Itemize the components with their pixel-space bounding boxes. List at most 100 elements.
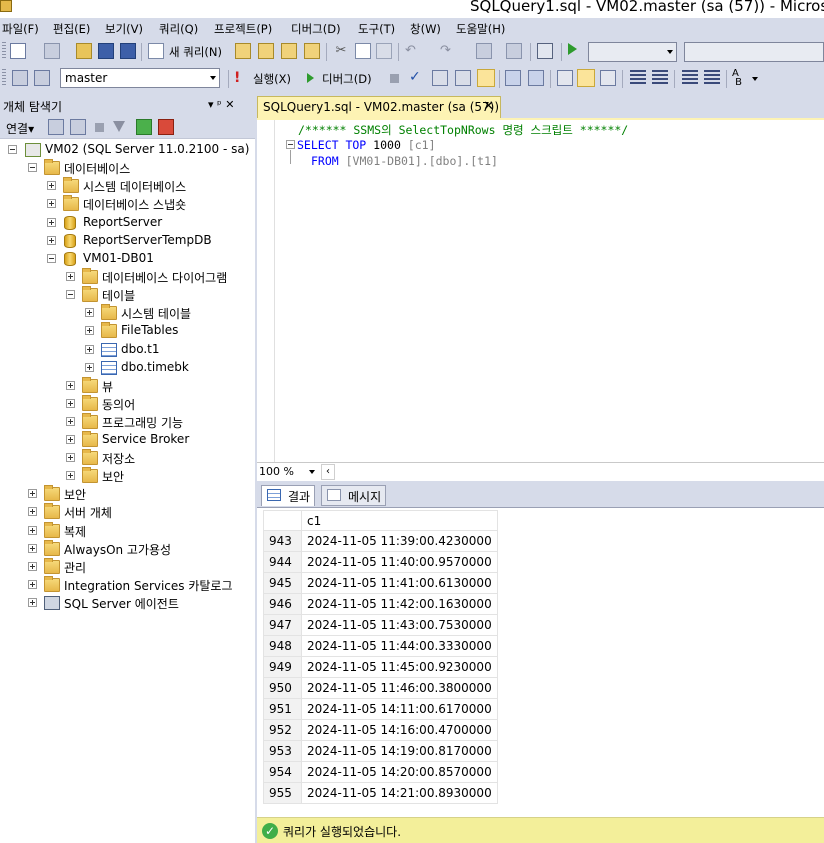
activity-monitor-icon[interactable] bbox=[158, 119, 174, 135]
cell-c1[interactable]: 2024-11-05 11:39:00.4230000 bbox=[301, 530, 498, 552]
menu-tools[interactable]: 도구(T) bbox=[358, 21, 395, 37]
include-actual-plan-icon[interactable] bbox=[505, 70, 521, 86]
toolbar-grip[interactable] bbox=[2, 69, 6, 87]
menu-window[interactable]: 창(W) bbox=[410, 21, 441, 37]
menu-query[interactable]: 쿼리(Q) bbox=[159, 21, 198, 37]
parse-check-icon[interactable]: ✓ bbox=[409, 69, 425, 85]
paste-icon[interactable] bbox=[376, 43, 392, 59]
refresh-icon[interactable] bbox=[136, 119, 152, 135]
expand-icon[interactable] bbox=[28, 562, 37, 571]
decrease-indent-icon[interactable] bbox=[682, 70, 698, 86]
expand-icon[interactable] bbox=[85, 345, 94, 354]
comment-icon[interactable] bbox=[630, 70, 646, 86]
increase-indent-icon[interactable] bbox=[704, 70, 720, 86]
open-file-icon[interactable] bbox=[76, 43, 92, 59]
row-number[interactable]: 943 bbox=[263, 530, 302, 552]
row-number[interactable]: 948 bbox=[263, 635, 302, 657]
find-combo[interactable] bbox=[684, 42, 824, 62]
table-row[interactable]: 955 2024-11-05 14:21:00.8930000 bbox=[263, 782, 498, 804]
expand-icon[interactable] bbox=[66, 417, 75, 426]
table-row[interactable]: 953 2024-11-05 14:19:00.8170000 bbox=[263, 740, 498, 762]
scroll-left-icon[interactable]: ‹ bbox=[321, 464, 335, 480]
cell-c1[interactable]: 2024-11-05 11:44:00.3330000 bbox=[301, 635, 498, 657]
redo-icon[interactable]: ↷ bbox=[440, 43, 456, 59]
table-row[interactable]: 952 2024-11-05 14:16:00.4700000 bbox=[263, 719, 498, 741]
collapse-icon[interactable] bbox=[66, 290, 75, 299]
tab-messages[interactable]: 메시지 bbox=[321, 485, 387, 506]
new-project-icon[interactable] bbox=[10, 43, 26, 59]
table-row[interactable]: 943 2024-11-05 11:39:00.4230000 bbox=[263, 530, 498, 552]
panel-options-icons[interactable]: ▾ ᵖ ✕ bbox=[208, 98, 234, 111]
tab-results[interactable]: 결과 bbox=[261, 485, 316, 506]
cell-c1[interactable]: 2024-11-05 14:11:00.6170000 bbox=[301, 698, 498, 720]
menu-help[interactable]: 도움말(H) bbox=[456, 21, 505, 37]
cell-c1[interactable]: 2024-11-05 14:21:00.8930000 bbox=[301, 782, 498, 804]
expand-icon[interactable] bbox=[66, 272, 75, 281]
cell-c1[interactable]: 2024-11-05 11:45:00.9230000 bbox=[301, 656, 498, 678]
connect-object-explorer-icon[interactable] bbox=[48, 119, 64, 135]
expand-icon[interactable] bbox=[47, 218, 56, 227]
row-number[interactable]: 944 bbox=[263, 551, 302, 573]
filter-icon[interactable] bbox=[113, 121, 125, 132]
expand-icon[interactable] bbox=[85, 363, 94, 372]
row-number[interactable]: 950 bbox=[263, 677, 302, 699]
cell-c1[interactable]: 2024-11-05 14:20:00.8570000 bbox=[301, 761, 498, 783]
xmla-query-icon[interactable] bbox=[304, 43, 320, 59]
table-row[interactable]: 945 2024-11-05 11:41:00.6130000 bbox=[263, 572, 498, 594]
zoom-dropdown-icon[interactable] bbox=[309, 470, 315, 474]
expand-icon[interactable] bbox=[47, 181, 56, 190]
dmx-query-icon[interactable] bbox=[281, 43, 297, 59]
navigate-backward-icon[interactable] bbox=[476, 43, 492, 59]
available-databases-combo[interactable]: master bbox=[60, 68, 220, 88]
expand-icon[interactable] bbox=[66, 399, 75, 408]
cell-c1[interactable]: 2024-11-05 11:43:00.7530000 bbox=[301, 614, 498, 636]
connect-icon[interactable] bbox=[12, 70, 28, 86]
client-statistics-icon[interactable] bbox=[528, 70, 544, 86]
intellisense-icon[interactable] bbox=[477, 69, 495, 87]
menu-edit[interactable]: 편집(E) bbox=[53, 21, 90, 37]
table-row[interactable]: 946 2024-11-05 11:42:00.1630000 bbox=[263, 593, 498, 615]
change-connection-icon[interactable] bbox=[34, 70, 50, 86]
row-number[interactable]: 951 bbox=[263, 698, 302, 720]
debug-button[interactable]: 디버그(D) bbox=[322, 71, 372, 87]
expand-icon[interactable] bbox=[47, 199, 56, 208]
save-all-icon[interactable] bbox=[120, 43, 136, 59]
menu-debug[interactable]: 디버그(D) bbox=[291, 21, 341, 37]
expand-icon[interactable] bbox=[28, 526, 37, 535]
expand-icon[interactable] bbox=[28, 507, 37, 516]
query-options-icon[interactable] bbox=[455, 70, 471, 86]
row-number[interactable]: 947 bbox=[263, 614, 302, 636]
activity-monitor-icon[interactable] bbox=[537, 43, 553, 59]
results-to-file-icon[interactable] bbox=[600, 70, 616, 86]
row-number[interactable]: 946 bbox=[263, 593, 302, 615]
expand-icon[interactable] bbox=[28, 598, 37, 607]
table-row[interactable]: 948 2024-11-05 11:44:00.3330000 bbox=[263, 635, 498, 657]
cell-c1[interactable]: 2024-11-05 11:40:00.9570000 bbox=[301, 551, 498, 573]
execute-button[interactable]: 실행(X) bbox=[253, 71, 291, 87]
sql-code-editor[interactable]: /****** SSMS의 SelectTopNRows 명령 스크립트 ***… bbox=[257, 120, 824, 462]
table-row[interactable]: 947 2024-11-05 11:43:00.7530000 bbox=[263, 614, 498, 636]
expand-icon[interactable] bbox=[85, 308, 94, 317]
code-fold-icon[interactable] bbox=[286, 140, 295, 149]
expand-icon[interactable] bbox=[28, 580, 37, 589]
connect-dropdown[interactable]: 연결▾ bbox=[6, 120, 34, 137]
row-number-header[interactable] bbox=[263, 510, 302, 531]
expand-icon[interactable] bbox=[66, 435, 75, 444]
analysis-query-icon[interactable] bbox=[258, 43, 274, 59]
results-to-text-icon[interactable] bbox=[557, 70, 573, 86]
row-number[interactable]: 952 bbox=[263, 719, 302, 741]
row-number[interactable]: 945 bbox=[263, 572, 302, 594]
row-number[interactable]: 949 bbox=[263, 656, 302, 678]
table-row[interactable]: 951 2024-11-05 14:11:00.6170000 bbox=[263, 698, 498, 720]
cancel-query-icon[interactable] bbox=[390, 74, 399, 83]
menu-view[interactable]: 보기(V) bbox=[105, 21, 143, 37]
cut-icon[interactable]: ✂ bbox=[333, 43, 349, 59]
toolbar-overflow-icon[interactable] bbox=[752, 77, 758, 81]
cell-c1[interactable]: 2024-11-05 14:19:00.8170000 bbox=[301, 740, 498, 762]
results-grid[interactable]: c1 943 2024-11-05 11:39:00.4230000 944 202… bbox=[263, 510, 498, 804]
navigate-forward-icon[interactable] bbox=[506, 43, 522, 59]
close-tab-icon[interactable]: ✕ bbox=[483, 99, 494, 114]
results-to-grid-icon[interactable] bbox=[577, 69, 595, 87]
undo-icon[interactable]: ↶ bbox=[405, 43, 421, 59]
row-number[interactable]: 953 bbox=[263, 740, 302, 762]
